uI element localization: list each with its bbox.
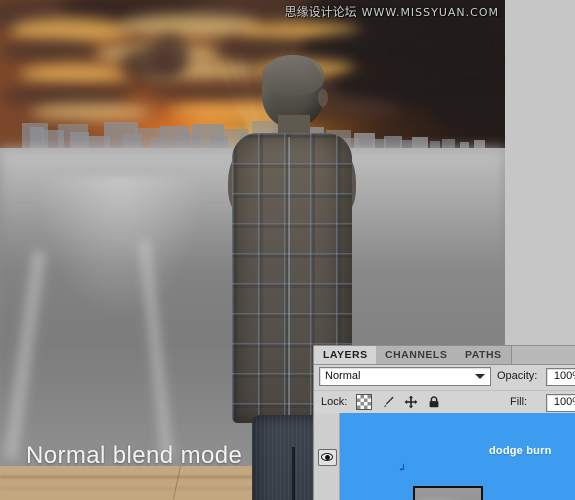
cloud (120, 14, 260, 38)
tab-paths[interactable]: PATHS (456, 346, 512, 364)
layer-thumbnail[interactable]: 🦋 (413, 486, 483, 500)
fill-label: Fill: (510, 396, 527, 408)
cloud (150, 34, 190, 78)
layers-panel[interactable]: LAYERS CHANNELS PATHS Normal Opacity: 10… (313, 345, 575, 500)
tab-layers[interactable]: LAYERS (314, 346, 378, 364)
blend-mode-value: Normal (325, 369, 360, 384)
opacity-label: Opacity: (497, 370, 537, 382)
fill-input[interactable]: 100% (546, 394, 575, 412)
site-watermark: 思缘设计论坛 WWW.MISSYUAN.COM (285, 3, 499, 20)
layer-link-icon[interactable] (398, 463, 407, 473)
blend-mode-select[interactable]: Normal (319, 367, 491, 386)
jeans-inseam (292, 447, 295, 500)
cloud (20, 64, 130, 84)
move-arrows-icon[interactable] (404, 395, 418, 409)
tab-channels[interactable]: CHANNELS (376, 346, 457, 364)
blend-opacity-row: Normal Opacity: 100% (314, 365, 575, 390)
thumbnail-image (415, 488, 481, 500)
ear (318, 89, 328, 107)
lock-row: Lock: Fill: 100 (314, 390, 575, 415)
layer-name-label[interactable]: dodge burn (489, 445, 552, 457)
table-row[interactable]: 🦋 dodge burn e Net com.cn (314, 413, 575, 500)
visibility-column[interactable] (314, 413, 340, 500)
screenshot-root: 思缘设计论坛 WWW.MISSYUAN.COM Normal blend mode… (0, 0, 575, 500)
lock-label: Lock: (321, 396, 347, 408)
panel-tab-bar[interactable]: LAYERS CHANNELS PATHS (314, 346, 575, 365)
site-watermark-cn: 思缘设计论坛 (285, 5, 357, 19)
lock-buttons[interactable] (356, 394, 441, 410)
opacity-input[interactable]: 100% (546, 368, 575, 386)
chevron-down-icon (475, 374, 485, 379)
eye-pupil (325, 455, 330, 460)
blend-mode-caption: Normal blend mode (26, 442, 242, 470)
shirt-back-seam (288, 137, 290, 419)
eye-icon[interactable] (318, 449, 337, 466)
site-watermark-url: WWW.MISSYUAN.COM (362, 6, 499, 19)
hair (262, 55, 324, 95)
cloud (0, 40, 100, 62)
cloud (0, 86, 130, 106)
padlock-icon[interactable] (427, 395, 441, 409)
brush-icon[interactable] (381, 395, 395, 409)
transparency-checkerboard-icon[interactable] (356, 394, 372, 410)
